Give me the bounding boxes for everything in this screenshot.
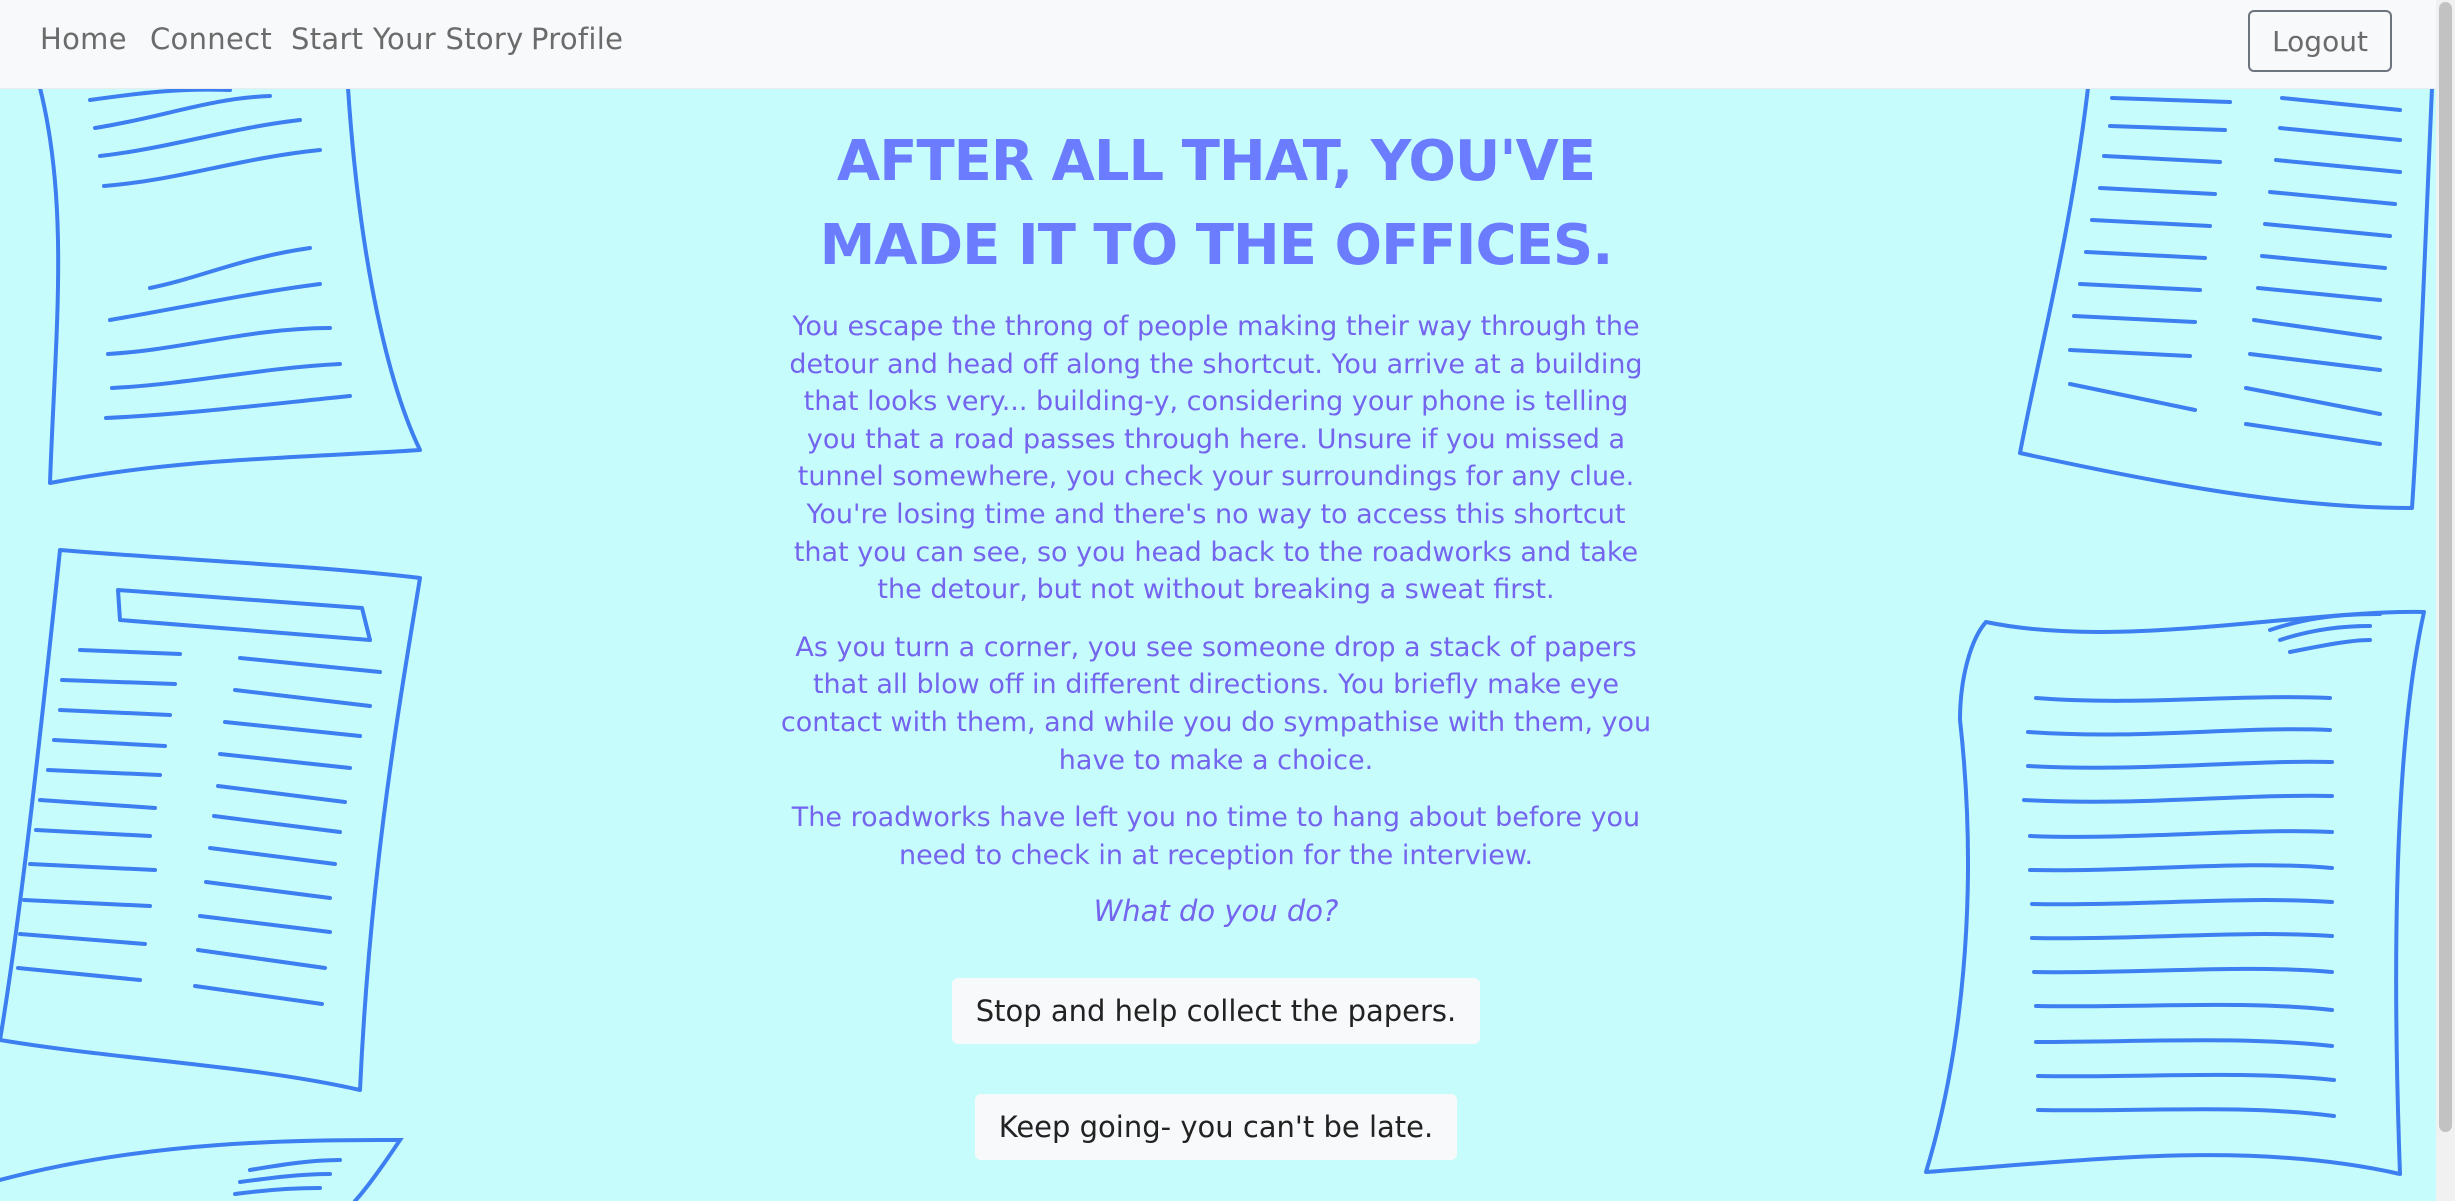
story-paragraph-3: The roadworks have left you no time to h… bbox=[791, 802, 1641, 871]
top-navbar: Home Connect Start Your Story Profile Lo… bbox=[0, 0, 2436, 89]
nav-link-profile[interactable]: Profile bbox=[531, 22, 623, 56]
paper-illustration-bottom-right bbox=[1920, 600, 2440, 1180]
nav-link-connect[interactable]: Connect bbox=[150, 22, 272, 56]
paper-illustration-bottom-left bbox=[0, 1120, 440, 1201]
story-question: What do you do? bbox=[1093, 894, 1339, 929]
page-scrollbar[interactable] bbox=[2436, 0, 2455, 1201]
story-panel: After all that, you've made it to the of… bbox=[756, 120, 1676, 1161]
choice-keep-going-button[interactable]: Keep going- you can't be late. bbox=[974, 1094, 1458, 1161]
logout-button[interactable]: Logout bbox=[2248, 10, 2392, 72]
paper-illustration-top-right bbox=[2000, 88, 2436, 518]
choice-help-collect-papers-button[interactable]: Stop and help collect the papers. bbox=[951, 978, 1481, 1045]
paper-illustration-middle-left bbox=[0, 540, 440, 1100]
story-paragraph-2: As you turn a corner, you see someone dr… bbox=[780, 631, 1652, 776]
story-paragraph-1: You escape the throng of people making t… bbox=[789, 311, 1643, 606]
paper-illustration-top-left bbox=[0, 88, 440, 508]
story-title: After all that, you've made it to the of… bbox=[819, 129, 1614, 278]
nav-link-start-your-story[interactable]: Start Your Story bbox=[291, 22, 524, 56]
scrollbar-thumb[interactable] bbox=[2439, 2, 2452, 1132]
nav-link-home[interactable]: Home bbox=[40, 22, 127, 56]
